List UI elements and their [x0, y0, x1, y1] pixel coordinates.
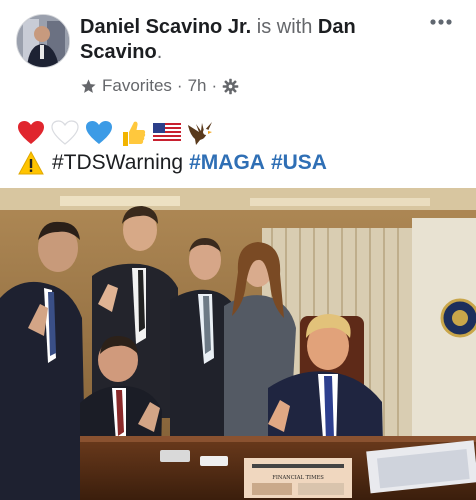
post-title-line: Daniel Scavino Jr. is with Dan Scavino.	[80, 15, 410, 65]
author-name-link[interactable]: Daniel Scavino Jr.	[80, 16, 251, 38]
us-flag-icon	[152, 118, 182, 148]
meta-separator: ·	[176, 76, 183, 95]
thumbs-up-icon	[118, 118, 148, 148]
post-photo[interactable]: FINANCIAL TIMES	[0, 188, 476, 500]
eagle-icon	[186, 118, 216, 148]
gear-icon[interactable]	[222, 78, 239, 95]
hashtag-usa-link[interactable]: #USA	[271, 148, 327, 178]
more-options-icon	[430, 19, 452, 25]
newspaper: FINANCIAL TIMES	[244, 458, 352, 498]
facebook-post: Daniel Scavino Jr. is with Dan Scavino. …	[0, 0, 476, 500]
post-caption: #TDSWarning #MAGA #USA	[16, 148, 327, 178]
post-header: Daniel Scavino Jr. is with Dan Scavino.	[80, 15, 410, 65]
hashtag-tdswarning[interactable]: #TDSWarning	[52, 148, 183, 178]
post-meta: Favorites · 7h ·	[80, 76, 239, 96]
audience-label[interactable]: Favorites	[102, 76, 172, 96]
title-period: .	[156, 41, 163, 63]
star-icon	[80, 78, 97, 95]
red-heart-icon	[16, 118, 46, 148]
is-with-text: is with	[256, 16, 313, 38]
blue-heart-icon	[84, 118, 114, 148]
warning-icon	[16, 148, 46, 178]
more-options-button[interactable]	[426, 10, 456, 34]
white-heart-icon	[50, 118, 80, 148]
meta-separator: ·	[211, 76, 218, 95]
emoji-row	[16, 118, 216, 148]
group-photo-image: FINANCIAL TIMES	[0, 188, 476, 500]
newspaper-masthead: FINANCIAL TIMES	[272, 475, 324, 481]
post-time[interactable]: 7h	[188, 76, 207, 96]
hashtag-maga-link[interactable]: #MAGA	[189, 148, 265, 178]
author-avatar[interactable]	[16, 14, 70, 68]
avatar-image	[17, 15, 69, 67]
